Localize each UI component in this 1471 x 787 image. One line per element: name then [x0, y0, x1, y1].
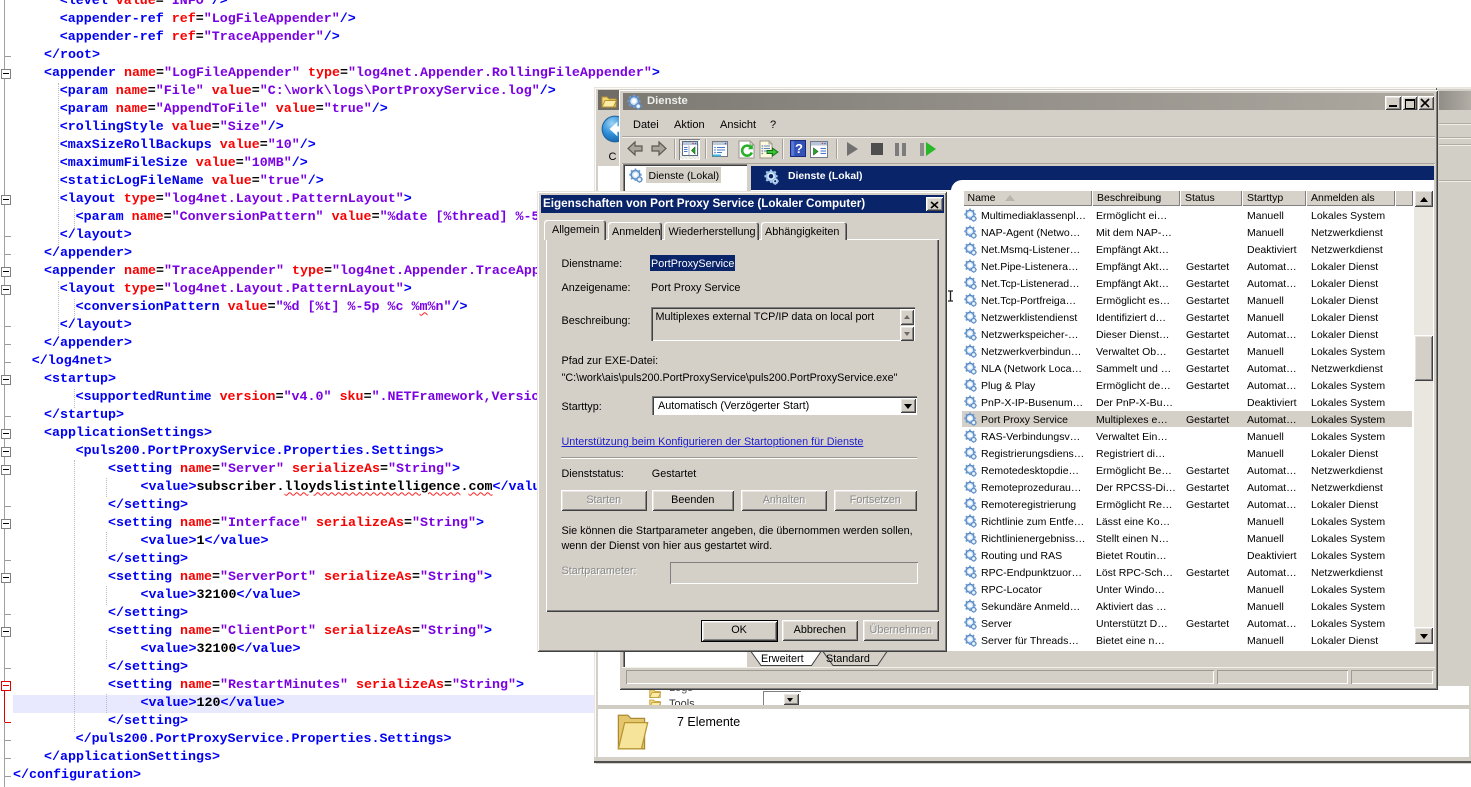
svg-text:?: ? — [795, 141, 803, 156]
